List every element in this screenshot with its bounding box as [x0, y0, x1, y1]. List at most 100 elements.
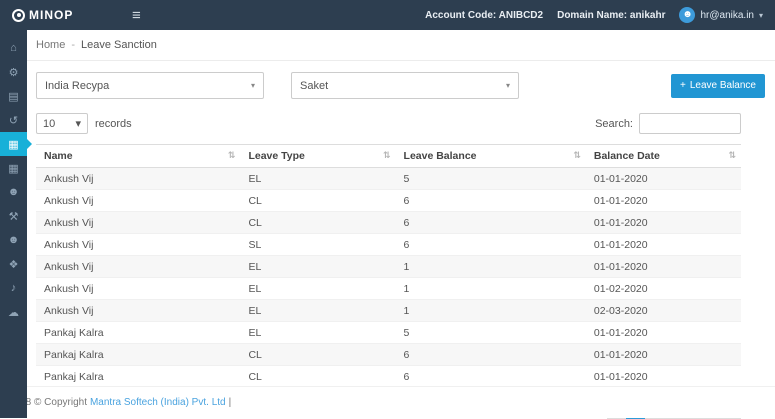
table-cell: Ankush Vij: [36, 278, 240, 300]
table-cell: 1: [396, 256, 586, 278]
plus-icon: +: [680, 81, 686, 91]
sidebar-item-cloud[interactable]: ☁: [0, 300, 27, 324]
table-row[interactable]: Ankush VijCL601-01-2020: [36, 212, 741, 234]
chevron-down-icon: ▾: [759, 11, 763, 20]
account-code: Account Code: ANIBCD2: [425, 10, 543, 21]
table-cell: 6: [396, 344, 586, 366]
sidebar-item-reports[interactable]: ▤: [0, 84, 27, 108]
table-cell: 01-01-2020: [586, 212, 741, 234]
sort-icon[interactable]: ⇅: [573, 150, 581, 161]
menu-toggle-icon[interactable]: ≡: [132, 7, 141, 24]
vendor-link[interactable]: Mantra Softech (India) Pvt. Ltd: [90, 397, 226, 408]
sidebar-item-settings[interactable]: ⚙: [0, 60, 27, 84]
tools-icon: ⚒: [9, 210, 19, 223]
column-header[interactable]: Leave Type ⇅: [240, 145, 395, 168]
table-cell: CL: [240, 190, 395, 212]
brand-name: MINOP: [29, 8, 73, 22]
chevron-down-icon: ▾: [75, 117, 81, 130]
branch-select[interactable]: Saket ▾: [291, 72, 519, 99]
table-body: Ankush VijEL501-01-2020Ankush VijCL601-0…: [36, 168, 741, 388]
brand-logo[interactable]: MINOP: [0, 8, 118, 22]
table-cell: 01-01-2020: [586, 168, 741, 190]
table-cell: CL: [240, 366, 395, 388]
table-cell: 6: [396, 190, 586, 212]
table-cell: 6: [396, 212, 586, 234]
column-header[interactable]: Leave Balance ⇅: [396, 145, 586, 168]
table-cell: 02-03-2020: [586, 300, 741, 322]
page-title: Leave Sanction: [81, 39, 157, 51]
table-cell: 01-01-2020: [586, 344, 741, 366]
table-cell: Ankush Vij: [36, 168, 240, 190]
column-header[interactable]: Balance Date ⇅: [586, 145, 741, 168]
leave-balance-button[interactable]: + Leave Balance: [671, 74, 765, 98]
breadcrumb: Home - Leave Sanction: [27, 30, 775, 61]
sidebar-item-share[interactable]: ❖: [0, 252, 27, 276]
sidebar-item-employee[interactable]: ☻: [0, 228, 27, 252]
table-cell: 5: [396, 168, 586, 190]
table-row[interactable]: Ankush VijSL601-01-2020: [36, 234, 741, 256]
column-header[interactable]: Name ⇅: [36, 145, 240, 168]
column-label: Leave Balance: [404, 150, 477, 162]
column-label: Leave Type: [248, 150, 304, 162]
table-row[interactable]: Ankush VijEL101-02-2020: [36, 278, 741, 300]
topbar-right: Account Code: ANIBCD2 Domain Name: anika…: [425, 7, 775, 23]
table-cell: 6: [396, 366, 586, 388]
table-row[interactable]: Ankush VijEL101-01-2020: [36, 256, 741, 278]
records-per-page-select[interactable]: 10 ▾: [36, 113, 88, 134]
records-select-value: 10: [43, 118, 55, 130]
table-cell: 5: [396, 322, 586, 344]
sort-icon[interactable]: ⇅: [228, 150, 236, 161]
table-row[interactable]: Ankush VijEL501-01-2020: [36, 168, 741, 190]
sidebar: ⌂⚙▤↺▦▦☻⚒☻❖♪☁: [0, 30, 27, 418]
table-row[interactable]: Pankaj KalraEL501-01-2020: [36, 322, 741, 344]
sidebar-item-calendar[interactable]: ▦: [0, 156, 27, 180]
company-select-value: India Recypa: [45, 80, 109, 92]
column-label: Balance Date: [594, 150, 660, 162]
table-cell: CL: [240, 212, 395, 234]
column-label: Name: [44, 150, 73, 162]
reports-icon: ▤: [8, 90, 18, 103]
table-cell: Pankaj Kalra: [36, 366, 240, 388]
table-cell: 6: [396, 234, 586, 256]
table-row[interactable]: Ankush VijEL102-03-2020: [36, 300, 741, 322]
sidebar-item-history[interactable]: ↺: [0, 108, 27, 132]
brand-icon: [12, 9, 25, 22]
sidebar-item-leave-sanction[interactable]: ▦: [0, 132, 27, 156]
table-cell: 1: [396, 278, 586, 300]
employee-icon: ☻: [8, 234, 20, 246]
footer-separator: |: [229, 397, 232, 408]
calendar-icon: ▦: [8, 162, 18, 175]
topbar: MINOP ≡ Account Code: ANIBCD2 Domain Nam…: [0, 0, 775, 30]
list-controls: 10 ▾ records Search:: [36, 113, 741, 134]
sidebar-item-tools[interactable]: ⚒: [0, 204, 27, 228]
table-cell: 01-01-2020: [586, 190, 741, 212]
table-cell: 01-01-2020: [586, 366, 741, 388]
share-icon: ❖: [9, 258, 19, 271]
table-cell: 01-01-2020: [586, 322, 741, 344]
search-input[interactable]: [639, 113, 741, 134]
sort-icon[interactable]: ⇅: [383, 150, 391, 161]
filter-row: India Recypa ▾ Saket ▾ + Leave Balance: [36, 72, 765, 99]
breadcrumb-home[interactable]: Home: [36, 39, 65, 51]
user-menu[interactable]: ☻ hr@anika.in ▾: [679, 7, 763, 23]
table-cell: Pankaj Kalra: [36, 322, 240, 344]
chevron-down-icon: ▾: [251, 81, 255, 90]
table-cell: EL: [240, 256, 395, 278]
table-row[interactable]: Pankaj KalraCL601-01-2020: [36, 344, 741, 366]
table-cell: Ankush Vij: [36, 234, 240, 256]
sidebar-item-home[interactable]: ⌂: [0, 36, 27, 60]
settings-icon: ⚙: [9, 66, 19, 79]
table-cell: SL: [240, 234, 395, 256]
user-avatar-icon: ☻: [679, 7, 695, 23]
table-row[interactable]: Pankaj KalraCL601-01-2020: [36, 366, 741, 388]
sidebar-item-notifications[interactable]: ♪: [0, 276, 27, 300]
sort-icon[interactable]: ⇅: [728, 150, 736, 161]
company-select[interactable]: India Recypa ▾: [36, 72, 264, 99]
notifications-icon: ♪: [11, 282, 17, 294]
table-cell: CL: [240, 344, 395, 366]
table-row[interactable]: Ankush VijCL601-01-2020: [36, 190, 741, 212]
sidebar-item-users[interactable]: ☻: [0, 180, 27, 204]
users-icon: ☻: [8, 186, 20, 198]
home-icon: ⌂: [10, 42, 17, 54]
leave-balance-button-label: Leave Balance: [690, 80, 756, 91]
